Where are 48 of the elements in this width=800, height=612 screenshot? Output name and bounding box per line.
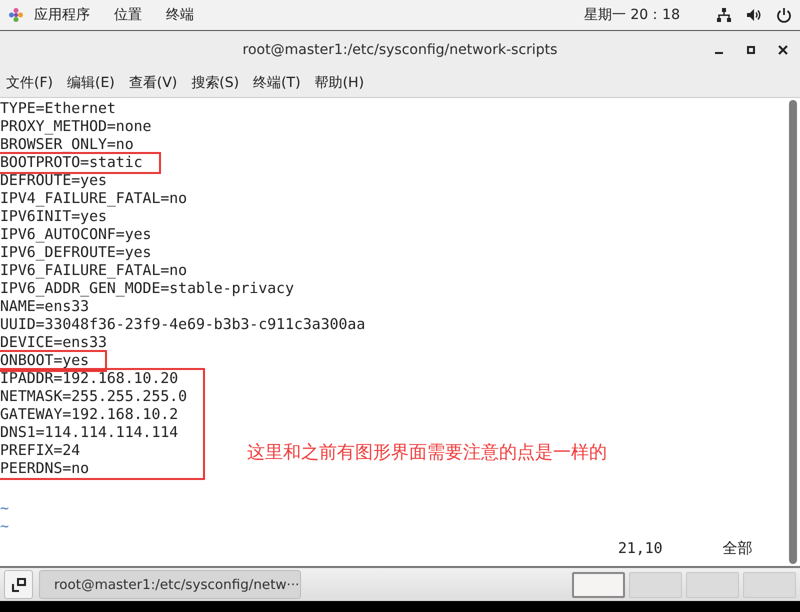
windows-icon: [12, 578, 26, 592]
workspace-button[interactable]: [572, 572, 625, 598]
config-line: NAME=ens33: [0, 298, 90, 316]
annotation-note: 这里和之前有图形界面需要注意的点是一样的: [247, 444, 607, 462]
config-line: IPV6_DEFROUTE=yes: [0, 244, 152, 262]
config-line: IPV6_ADDR_GEN_MODE=stable-privacy: [0, 280, 295, 298]
config-line: BROWSER_ONLY=no: [0, 136, 135, 154]
menu-item[interactable]: 帮助(H): [314, 74, 364, 92]
config-line: IPV4_FAILURE_FATAL=no: [0, 190, 188, 208]
window-title: root@master1:/etc/sysconfig/network-scripts: [242, 42, 558, 58]
network-icon[interactable]: [716, 7, 732, 23]
config-line: ONBOOT=yes: [0, 352, 90, 370]
config-line: IPADDR=192.168.10.20: [0, 370, 180, 388]
maximize-icon[interactable]: [746, 44, 756, 54]
taskbar-window-button[interactable]: root@master1:/etc/sysconfig/netw···: [39, 570, 301, 599]
show-desktop-button[interactable]: [4, 570, 33, 599]
close-icon[interactable]: [778, 44, 788, 54]
config-line: DNS1=114.114.114.114: [0, 424, 180, 442]
config-line: UUID=33048f36-23f9-4e69-b3b3-c911c3a300aa: [0, 316, 366, 334]
top-menu-item[interactable]: 终端: [166, 6, 194, 24]
flower-icon[interactable]: [8, 7, 24, 23]
power-icon[interactable]: [776, 7, 792, 23]
config-line: DEVICE=ens33: [0, 334, 108, 352]
volume-icon[interactable]: [746, 7, 762, 23]
config-line: NETMASK=255.255.255.0: [0, 388, 188, 406]
menu-item[interactable]: 查看(V): [128, 74, 178, 92]
menu-item[interactable]: 文件(F): [6, 74, 53, 92]
menu-item[interactable]: 搜索(S): [191, 74, 240, 92]
cursor-position: 21,10: [618, 540, 663, 558]
scrollbar[interactable]: [789, 100, 797, 564]
top-menu-item[interactable]: 位置: [114, 6, 142, 24]
config-line: TYPE=Ethernet: [0, 100, 117, 118]
clock[interactable]: 星期一 20：18: [584, 6, 680, 24]
config-line: PEERDNS=no: [0, 460, 90, 478]
config-line: BOOTPROTO=static: [0, 154, 143, 172]
menu-item[interactable]: 终端(T): [253, 74, 301, 92]
config-line: IPV6_AUTOCONF=yes: [0, 226, 152, 244]
empty-line-marker: ~: [0, 500, 10, 518]
scroll-indicator: 全部: [722, 540, 753, 558]
config-line: GATEWAY=192.168.10.2: [0, 406, 180, 424]
menu-item[interactable]: 编辑(E): [66, 74, 115, 92]
empty-line-marker: ~: [0, 518, 10, 536]
config-line: PROXY_METHOD=none: [0, 118, 152, 136]
config-line: IPV6INIT=yes: [0, 208, 108, 226]
top-menu-item[interactable]: 应用程序: [34, 6, 90, 24]
config-line: DEFROUTE=yes: [0, 172, 108, 190]
config-line: PREFIX=24: [0, 442, 82, 460]
config-line: IPV6_FAILURE_FATAL=no: [0, 262, 188, 280]
